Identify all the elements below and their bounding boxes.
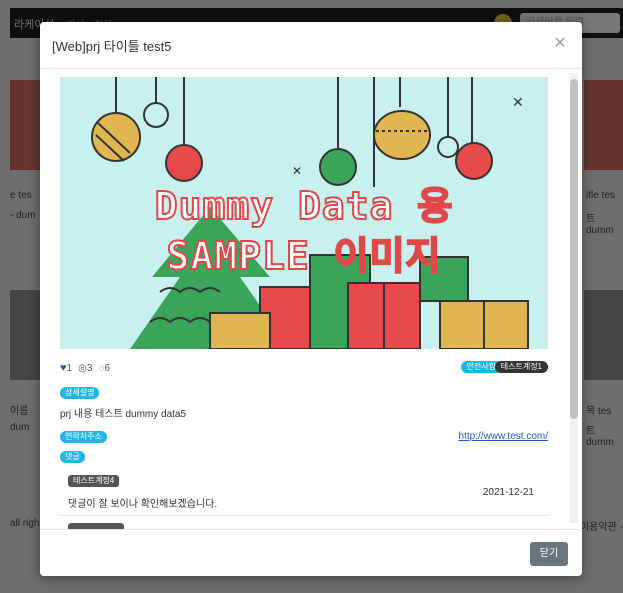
- comment-label-badge: 댓글: [60, 451, 85, 463]
- svg-text:✕: ✕: [512, 95, 524, 111]
- close-button[interactable]: 닫기: [530, 542, 568, 566]
- post-detail-modal: [Web]prj 타이틀 test5 × ✕ ✕ Dummy Data 용 SA…: [40, 22, 582, 576]
- scrollbar-thumb[interactable]: [570, 79, 578, 419]
- content-label-badge: 상세설명: [60, 387, 100, 399]
- post-stats: ♥1 ◎3 ◌6: [60, 362, 110, 374]
- comment-author: 테스트계정4: [68, 475, 120, 487]
- link-label-badge: 연락처주소: [60, 431, 107, 443]
- like-count: 1: [66, 363, 73, 374]
- view-stat: ◎3: [78, 363, 92, 374]
- post-image: ✕ ✕ Dummy Data 용 SAMPLE 이미지: [60, 77, 548, 349]
- modal-body[interactable]: ✕ ✕ Dummy Data 용 SAMPLE 이미지 ♥1 ◎3 ◌6 안전사…: [40, 69, 582, 529]
- comment-count: 6: [104, 362, 110, 374]
- like-stat[interactable]: ♥1: [60, 362, 72, 374]
- modal-title: [Web]prj 타이틀 test5: [52, 39, 172, 54]
- comment-date: 2021-12-21: [482, 487, 534, 498]
- hero-title-line1: Dummy Data 용: [154, 183, 454, 229]
- close-icon[interactable]: ×: [548, 31, 572, 55]
- modal-footer: 닫기: [40, 529, 582, 576]
- eye-icon: ◎: [78, 362, 87, 374]
- view-count: 3: [86, 362, 93, 374]
- comment-item: 테스트계정4 댓글이 잘 보이나 확인해보겠습니다. 2021-12-21: [60, 469, 548, 516]
- comment-text: 댓글이 잘 보이나 확인해보겠습니다.: [68, 499, 218, 510]
- modal-scrollbar[interactable]: [570, 73, 578, 523]
- author-tag: 테스트계정1: [494, 361, 548, 373]
- comment-stat: ◌6: [98, 363, 110, 374]
- modal-header: [Web]prj 타이틀 test5 ×: [40, 22, 582, 69]
- external-link[interactable]: http://www.test.com/: [459, 431, 548, 442]
- post-content: prj 내용 테스트 dummy data5: [60, 409, 187, 420]
- hero-title-line2: SAMPLE 이미지: [165, 233, 442, 279]
